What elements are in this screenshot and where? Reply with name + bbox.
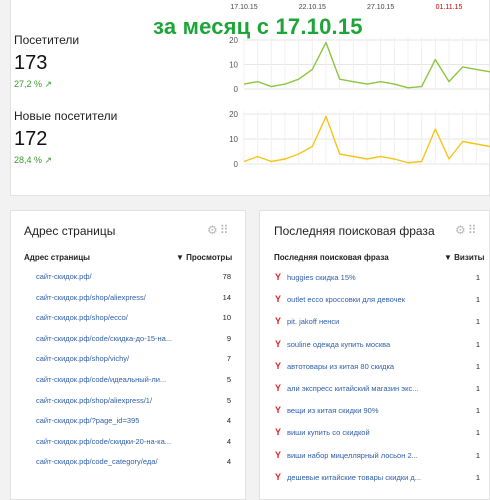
search-engine-icon: Y: [275, 405, 282, 416]
search-phrase-text[interactable]: outlet ecco кроссовки для девочек: [287, 294, 405, 305]
search-engine-icon: Y: [275, 449, 282, 460]
search-phrase-row[interactable]: Yвещи из китая скидки 90%: [275, 405, 379, 416]
pages-col-url[interactable]: Адрес страницы: [24, 253, 90, 262]
phrase-visits-value: 1: [475, 450, 480, 460]
period-overlay-title: за месяц с 17.10.15: [153, 14, 363, 39]
gear-icon[interactable]: ⚙: [455, 223, 468, 237]
page-url-link[interactable]: сайт-скидок.рф/code_category/еда/: [36, 457, 158, 466]
page-views-value: 5: [226, 375, 231, 384]
y-tick-label: 0: [234, 160, 239, 169]
search-engine-icon: Y: [275, 294, 282, 305]
phrases-panel-controls: ⚙⠿: [455, 223, 479, 237]
page-url-link[interactable]: сайт-скидок.рф/code/идеальный-ли...: [36, 375, 166, 384]
page-url-link[interactable]: сайт-скидок.рф/?page_id=395: [36, 416, 139, 425]
phrase-visits-value: 1: [475, 384, 480, 393]
search-phrase-text[interactable]: автотовары из китая 80 скидка: [287, 361, 394, 372]
drag-handle-icon[interactable]: ⠿: [468, 223, 479, 237]
phrase-visits-value: 1: [475, 406, 480, 416]
x-tick-label: 22.10.15: [299, 4, 326, 11]
search-phrase-row[interactable]: Yавтотовары из китая 80 скидка: [275, 361, 394, 372]
phrases-col-phrase[interactable]: Последняя поисковая фраза: [274, 253, 389, 262]
search-engine-icon: Y: [275, 338, 282, 349]
search-phrase-row[interactable]: Yали экспресс китайский магазин экс...: [275, 383, 418, 394]
page-views-value: 4: [226, 436, 231, 446]
pages-panel-controls: ⚙⠿: [207, 223, 231, 237]
search-engine-icon: Y: [275, 471, 282, 482]
search-engine-icon: Y: [275, 316, 282, 327]
page-views-value: 4: [226, 457, 231, 467]
page-views-value: 78: [222, 272, 231, 281]
pages-panel-title: Адрес страницы: [24, 224, 116, 238]
phrase-visits-value: 1: [475, 295, 480, 305]
page-url-link[interactable]: сайт-скидок.рф/: [36, 272, 92, 281]
page-views-value: 14: [222, 292, 231, 302]
search-engine-icon: Y: [275, 427, 282, 438]
search-phrase-row[interactable]: Ypit. jakoff ненси: [275, 316, 339, 327]
phrase-visits-value: 1: [475, 361, 480, 371]
phrase-visits-value: 1: [475, 317, 480, 327]
y-tick-label: 0: [234, 85, 239, 94]
phrase-visits-value: 1: [475, 273, 480, 282]
new-visitors-delta: 28,4 % ↗: [14, 155, 53, 165]
visitors-value: 173: [14, 52, 48, 74]
y-tick-label: 10: [229, 135, 238, 144]
visitors-label: Посетители: [14, 33, 80, 47]
search-phrase-row[interactable]: Yhuggies скидка 15%: [275, 272, 356, 283]
drag-handle-icon[interactable]: ⠿: [220, 223, 231, 237]
page-views-value: 4: [226, 416, 231, 426]
search-phrase-row[interactable]: Youtlet ecco кроссовки для девочек: [275, 294, 405, 305]
page-views-value: 7: [226, 354, 231, 364]
phrase-visits-value: 1: [475, 472, 480, 482]
pages-col-views[interactable]: ▼ Просмотры: [176, 253, 232, 262]
x-tick-label: 17.10.15: [230, 4, 257, 11]
page-views-value: 10: [222, 313, 231, 323]
visitors-delta: 27,2 % ↗: [14, 79, 53, 89]
search-engine-icon: Y: [275, 383, 282, 393]
search-phrase-text[interactable]: вещи из китая скидки 90%: [287, 405, 379, 416]
y-tick-label: 20: [229, 110, 238, 119]
search-phrase-text[interactable]: виши купить со скидкой: [287, 427, 370, 438]
search-phrase-text[interactable]: huggies скидка 15%: [287, 272, 356, 283]
search-phrase-text[interactable]: али экспресс китайский магазин экс...: [287, 383, 418, 394]
page-url-link[interactable]: сайт-скидок.рф/shop/aliexpress/1/: [36, 396, 152, 405]
x-tick-label: 01.11.15: [436, 4, 463, 11]
page-views-value: 5: [226, 395, 231, 405]
new-visitors-value: 172: [14, 128, 48, 150]
y-tick-label: 10: [229, 61, 238, 70]
phrase-visits-value: 1: [475, 428, 480, 438]
search-phrase-row[interactable]: Yвиши купить со скидкой: [275, 427, 370, 438]
x-tick-label: 27.10.15: [367, 4, 394, 11]
search-engine-icon: Y: [275, 360, 282, 371]
phrases-col-visits[interactable]: ▼ Визиты: [444, 253, 484, 262]
search-phrase-text[interactable]: виши набор мицеллярный лосьон 2...: [287, 450, 418, 461]
page-url-link[interactable]: сайт-скидок.рф/shop/ecco/: [36, 313, 128, 322]
search-phrase-row[interactable]: Yдешевые китайские товары скидки д...: [275, 472, 421, 483]
search-phrase-text[interactable]: дешевые китайские товары скидки д...: [287, 472, 421, 483]
search-engine-icon: Y: [275, 272, 282, 282]
page-url-link[interactable]: сайт-скидок.рф/shop/vichy/: [36, 354, 129, 363]
search-phrase-text[interactable]: souline одежда купить москва: [287, 339, 390, 350]
new-visitors-label: Новые посетители: [14, 109, 118, 123]
page-url-link[interactable]: сайт-скидок.рф/code/скидка-до-15-на...: [36, 334, 172, 343]
page-url-link[interactable]: сайт-скидок.рф/code/скидки-20-на-ка...: [36, 437, 171, 446]
gear-icon[interactable]: ⚙: [207, 223, 220, 237]
search-phrase-row[interactable]: Yвиши набор мицеллярный лосьон 2...: [275, 450, 418, 461]
page-url-link[interactable]: сайт-скидок.рф/shop/aliexpress/: [36, 293, 146, 302]
new-visitors-chart: 0 10 20: [229, 110, 490, 169]
phrase-visits-value: 1: [475, 339, 480, 349]
search-phrase-text[interactable]: pit. jakoff ненси: [287, 316, 339, 327]
page-views-value: 9: [226, 333, 231, 343]
search-phrase-row[interactable]: Ysouline одежда купить москва: [275, 339, 390, 350]
phrases-panel-title: Последняя поисковая фраза: [274, 224, 435, 238]
